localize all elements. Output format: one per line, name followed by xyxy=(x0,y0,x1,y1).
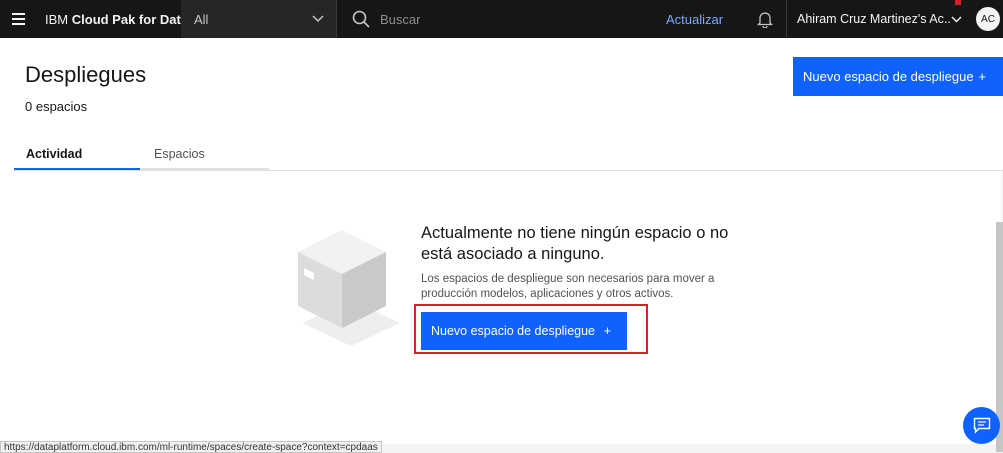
tab-activity[interactable]: Actividad xyxy=(14,139,140,170)
empty-box-illustration xyxy=(297,230,400,346)
search-icon[interactable] xyxy=(352,10,370,28)
chat-icon xyxy=(973,417,990,434)
search-input[interactable] xyxy=(380,11,630,27)
highlight-box xyxy=(414,304,648,354)
empty-state-card: Actualmente no tiene ningún espacio o no… xyxy=(14,171,1001,444)
menu-icon[interactable] xyxy=(0,0,36,38)
brand-prefix: IBM xyxy=(45,11,69,27)
chevron-down-icon xyxy=(312,15,324,23)
avatar: AC xyxy=(976,7,1000,31)
brand-name: Cloud Pak for Data xyxy=(71,11,189,27)
product-brand[interactable]: IBM Cloud Pak for Data xyxy=(36,11,188,27)
status-bar-url: https://dataplatform.cloud.ibm.com/ml-ru… xyxy=(0,441,382,453)
chat-button[interactable] xyxy=(963,407,1000,444)
new-deployment-space-button[interactable]: Nuevo espacio de despliegue + xyxy=(793,57,1003,96)
empty-state-description: Los espacios de despliegue son necesario… xyxy=(421,273,715,300)
space-count: 0 espacios xyxy=(25,99,88,114)
chevron-down-icon xyxy=(951,16,962,22)
tab-panel: Actualmente no tiene ningún espacio o no… xyxy=(14,170,1003,453)
avatar-button[interactable]: AC xyxy=(973,0,1003,38)
tab-spaces[interactable]: Espacios xyxy=(142,139,268,170)
scope-dropdown[interactable]: All xyxy=(181,0,337,38)
scope-value: All xyxy=(194,11,209,27)
global-search xyxy=(338,0,652,38)
page-title: Despliegues xyxy=(25,62,147,87)
bell-icon xyxy=(757,11,773,28)
annotation-marker xyxy=(955,0,961,5)
account-name: Ahiram Cruz Martinez's Ac... xyxy=(797,12,951,26)
upgrade-link[interactable]: Actualizar xyxy=(652,0,737,38)
add-icon: + xyxy=(978,69,986,84)
notifications-button[interactable] xyxy=(748,0,782,38)
button-label: Nuevo espacio de despliegue xyxy=(803,69,974,84)
empty-state-title: Actualmente no tiene ningún espacio o no… xyxy=(421,224,729,263)
account-switcher[interactable]: Ahiram Cruz Martinez's Ac... xyxy=(786,0,972,38)
tab-list: Actividad Espacios xyxy=(14,139,269,170)
